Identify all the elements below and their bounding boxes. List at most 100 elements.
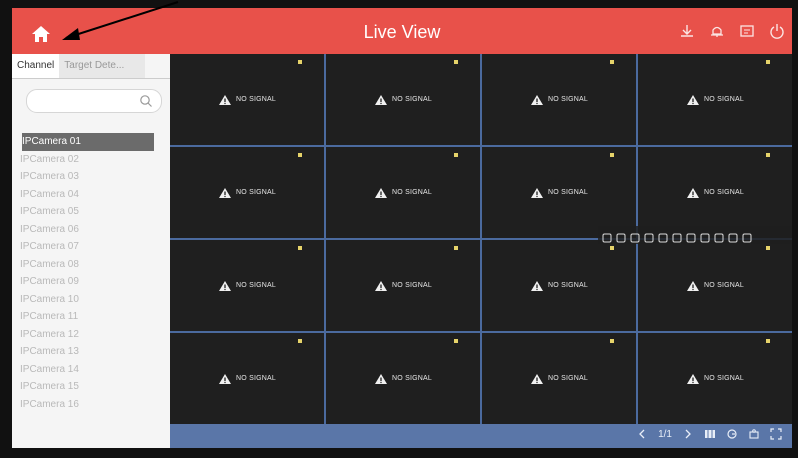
fullscreen-icon[interactable] (770, 428, 782, 440)
camera-list-item[interactable]: IPCamera 07 (12, 238, 170, 256)
video-tile[interactable]: NO SIGNAL (326, 54, 480, 145)
audio-icon[interactable] (658, 230, 668, 243)
page-title: Live View (363, 22, 441, 42)
camera-icon[interactable] (748, 428, 760, 440)
video-tile[interactable]: NO SIGNAL (482, 54, 636, 145)
camera-list-item[interactable]: IPCamera 05 (12, 203, 170, 221)
video-tile[interactable]: NO SIGNAL (326, 147, 480, 238)
camera-list-item[interactable]: IPCamera 13 (12, 343, 170, 361)
video-tile[interactable]: NO SIGNAL (326, 333, 480, 424)
warning-icon (375, 373, 388, 384)
status-dot (610, 246, 614, 250)
lock-icon[interactable] (700, 230, 710, 243)
camera-list-item[interactable]: IPCamera 12 (12, 326, 170, 344)
no-signal-label: NO SIGNAL (548, 282, 588, 289)
channel-panel: Channel Target Dete... IPCamera 01 IPCame… (12, 54, 170, 448)
no-signal-indicator: NO SIGNAL (530, 94, 588, 106)
download-icon[interactable] (678, 22, 696, 40)
warning-icon (219, 94, 232, 105)
status-dot (610, 153, 614, 157)
screen-icon[interactable] (728, 230, 738, 243)
video-tile[interactable]: NO SIGNAL (326, 240, 480, 331)
no-signal-indicator: NO SIGNAL (374, 280, 432, 292)
camera-list-item[interactable]: IPCamera 08 (12, 256, 170, 274)
camera-list-item[interactable]: IPCamera 16 (12, 396, 170, 414)
video-tile[interactable]: NO SIGNAL (170, 147, 324, 238)
camera-list-item[interactable]: IPCamera 06 (12, 221, 170, 239)
warning-icon (219, 187, 232, 198)
info-icon[interactable] (686, 230, 696, 243)
tab-channel[interactable]: Channel (12, 54, 60, 78)
video-tile[interactable]: NO SIGNAL (638, 333, 792, 424)
warning-icon (219, 280, 232, 291)
no-signal-indicator: NO SIGNAL (686, 280, 744, 292)
camera-list-item[interactable]: IPCamera 14 (12, 361, 170, 379)
camera-list-item[interactable]: IPCamera 09 (12, 273, 170, 291)
no-signal-label: NO SIGNAL (704, 282, 744, 289)
search-input[interactable] (26, 89, 162, 113)
ptz-icon[interactable] (714, 230, 724, 243)
playback-icon[interactable] (616, 230, 626, 243)
status-dot (298, 339, 302, 343)
zoom-icon[interactable] (644, 230, 654, 243)
power-icon[interactable] (768, 22, 786, 40)
video-tile[interactable]: NO SIGNAL (482, 333, 636, 424)
no-signal-label: NO SIGNAL (548, 189, 588, 196)
warning-icon (687, 94, 700, 105)
next-icon[interactable] (682, 428, 694, 440)
panel-tabs: Channel Target Dete... (12, 54, 170, 79)
warning-icon (375, 94, 388, 105)
no-signal-indicator: NO SIGNAL (374, 187, 432, 199)
camera-list-item[interactable]: IPCamera 02 (12, 151, 170, 169)
no-signal-label: NO SIGNAL (392, 282, 432, 289)
video-tile[interactable]: NO SIGNAL (638, 147, 792, 238)
refresh-icon[interactable] (726, 428, 738, 440)
live-view-screen: Live View Channel Target Dete... IPCamer… (12, 8, 792, 448)
bottom-bar: 1/1 (170, 424, 792, 448)
no-signal-indicator: NO SIGNAL (530, 373, 588, 385)
search-icon[interactable] (139, 94, 153, 108)
warning-icon (219, 373, 232, 384)
warning-icon (687, 280, 700, 291)
no-signal-indicator: NO SIGNAL (686, 94, 744, 106)
close-icon[interactable] (742, 230, 752, 243)
status-dot (610, 60, 614, 64)
video-tile[interactable]: NO SIGNAL (170, 333, 324, 424)
no-signal-indicator: NO SIGNAL (686, 187, 744, 199)
no-signal-label: NO SIGNAL (236, 189, 276, 196)
video-tile[interactable]: NO SIGNAL (638, 54, 792, 145)
tab-target-detection[interactable]: Target Dete... (59, 54, 146, 78)
status-dot (454, 60, 458, 64)
alarm-icon[interactable] (708, 22, 726, 40)
no-signal-label: NO SIGNAL (392, 189, 432, 196)
status-dot (766, 246, 770, 250)
camera-list-item[interactable]: IPCamera 10 (12, 291, 170, 309)
record-icon[interactable] (738, 22, 756, 40)
capture-icon[interactable] (602, 230, 612, 243)
video-tile[interactable]: NO SIGNAL (638, 240, 792, 331)
video-tile[interactable]: NO SIGNAL (482, 240, 636, 331)
video-tile[interactable]: NO SIGNAL (482, 147, 636, 238)
camera-list-item[interactable]: IPCamera 04 (12, 186, 170, 204)
camera-list-item[interactable]: IPCamera 11 (12, 308, 170, 326)
layout-icon[interactable] (704, 428, 716, 440)
video-tile[interactable]: NO SIGNAL (170, 240, 324, 331)
status-dot (766, 339, 770, 343)
no-signal-label: NO SIGNAL (392, 375, 432, 382)
no-signal-indicator: NO SIGNAL (686, 373, 744, 385)
no-signal-label: NO SIGNAL (548, 96, 588, 103)
camera-list-item[interactable]: IPCamera 03 (12, 168, 170, 186)
video-tile[interactable]: NO SIGNAL (170, 54, 324, 145)
no-signal-label: NO SIGNAL (392, 96, 432, 103)
status-dot (298, 246, 302, 250)
adjust-icon[interactable] (672, 230, 682, 243)
person-icon[interactable] (630, 230, 640, 243)
no-signal-indicator: NO SIGNAL (374, 94, 432, 106)
warning-icon (531, 373, 544, 384)
status-dot (454, 153, 458, 157)
prev-icon[interactable] (636, 428, 648, 440)
camera-list-item[interactable]: IPCamera 15 (12, 378, 170, 396)
camera-list-item[interactable]: IPCamera 01 (22, 133, 154, 151)
no-signal-indicator: NO SIGNAL (218, 280, 276, 292)
no-signal-label: NO SIGNAL (704, 189, 744, 196)
